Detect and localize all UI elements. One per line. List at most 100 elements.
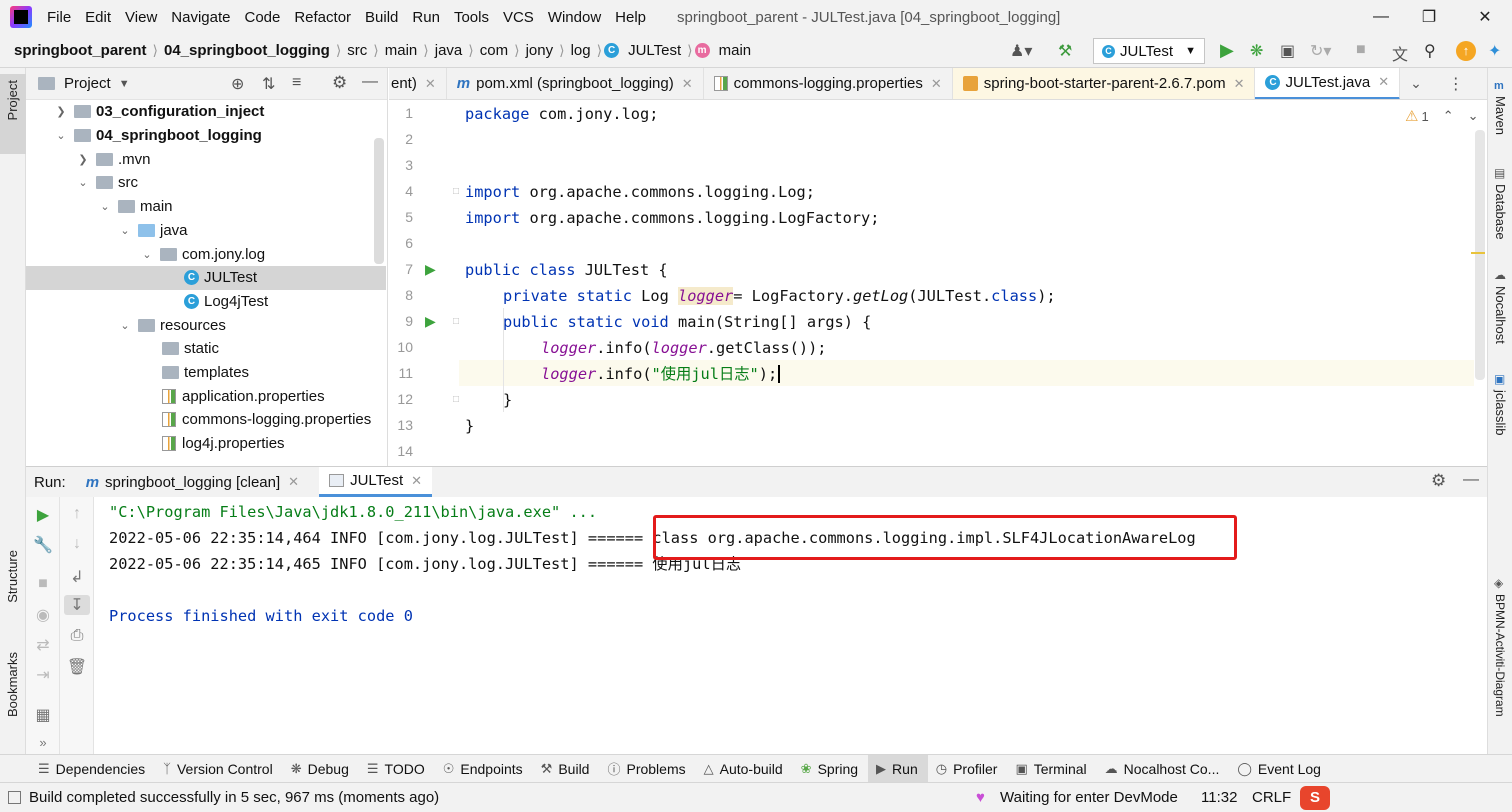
maven-tool-label[interactable]: Maven [1493,96,1508,135]
fold-icon[interactable]: □ [453,186,459,197]
print-icon[interactable]: ⎙ [60,627,94,645]
database-tool-label[interactable]: Database [1493,184,1508,240]
chevron-down-icon[interactable]: ⌄ [1468,108,1479,124]
status-message[interactable]: Build completed successfully in 5 sec, 9… [29,789,439,806]
restore-layout-icon[interactable]: ⇄ [26,635,60,655]
chevron-down-icon[interactable]: ⌄ [76,176,90,189]
tool-build[interactable]: ⚒ Build [533,755,600,783]
close-tab-icon[interactable]: ✕ [931,76,942,92]
close-tab-icon[interactable]: ✕ [288,474,299,490]
tree-item-commons-logging-properties[interactable]: commons-logging.properties [26,408,386,432]
menu-help[interactable]: Help [608,9,653,26]
jclasslib-tool-label[interactable]: jclasslib [1493,390,1508,436]
layout-icon[interactable]: ▦ [26,705,60,725]
devmode-status[interactable]: Waiting for enter DevMode [1000,789,1178,806]
menu-vcs[interactable]: VCS [496,9,541,26]
error-stripe-marker[interactable] [1471,252,1485,254]
menu-code[interactable]: Code [237,9,287,26]
search-icon[interactable]: ⚲ [1424,41,1436,61]
fold-icon[interactable]: □ [453,316,459,327]
tool-run[interactable]: ▶ Run [868,754,928,783]
arrow-down-icon[interactable]: ↓ [60,535,94,553]
chevron-down-icon[interactable]: ▼ [119,78,130,90]
build-hammer-icon[interactable]: ⚒ [1058,41,1072,61]
run-gutter-icon[interactable]: ▶ [425,261,436,278]
chevron-down-icon[interactable]: ⌄ [118,224,132,237]
plugin-icon[interactable]: ✦ [1488,41,1501,61]
tree-item-resources[interactable]: ⌄ resources [26,313,386,337]
tab-spring-boot-starter-parent-pom[interactable]: spring-boot-starter-parent-2.6.7.pom ✕ [952,68,1256,99]
chevron-down-icon[interactable]: ⌄ [140,248,154,261]
inspection-widget[interactable]: ⚠ 1 ⌃ ⌄ [1405,107,1479,125]
breadcrumb-java[interactable]: java [431,42,467,59]
close-tab-icon[interactable]: ✕ [411,473,422,489]
tool-terminal[interactable]: ▣ Terminal [1007,755,1096,783]
bookmarks-tool-label[interactable]: Bookmarks [5,652,20,717]
tab-list-chevron-icon[interactable]: ⌄ [1410,75,1422,92]
fold-icon[interactable]: □ [453,394,459,405]
tree-item-java[interactable]: ⌄ java [26,219,386,243]
tool-nocalhost-console[interactable]: ☁ Nocalhost Co... [1097,755,1230,783]
tree-item-04-springboot-logging[interactable]: ⌄ 04_springboot_logging [26,124,386,148]
tree-scrollbar[interactable] [374,138,384,264]
chevron-up-icon[interactable]: ⌃ [1443,108,1454,124]
minimize-icon[interactable]: — [1358,0,1404,34]
update-icon[interactable]: ↑ [1456,41,1476,61]
tool-endpoints[interactable]: ☉ Endpoints [435,755,533,783]
expand-all-icon[interactable]: ⇅ [262,74,275,94]
line-separator[interactable]: CRLF [1252,789,1291,806]
debug-icon[interactable]: ❋ [1250,41,1263,61]
code-editor[interactable]: 1 2 3 4 5 6 7 8 9 10 11 12 13 14 ▶ ▶ □ □… [389,100,1487,466]
tool-dependencies[interactable]: ☰ Dependencies [30,755,155,783]
chevron-right-icon[interactable]: ❯ [76,153,90,166]
coverage-icon[interactable]: ▣ [1280,41,1295,61]
menu-file[interactable]: File [40,9,78,26]
caret-position[interactable]: 11:32 [1201,789,1237,806]
breadcrumb-method[interactable]: main [715,42,756,59]
tab-jultest-java[interactable]: C JULTest.java ✕ [1255,68,1401,99]
menu-navigate[interactable]: Navigate [164,9,237,26]
tree-item-application-properties[interactable]: application.properties [26,384,386,408]
locate-icon[interactable]: ⊕ [231,74,244,94]
run-configuration-select[interactable]: C JULTest ▼ [1093,38,1205,64]
menu-tools[interactable]: Tools [447,9,496,26]
tool-debug[interactable]: ❋ Debug [283,755,359,783]
close-tab-icon[interactable]: ✕ [1234,76,1245,92]
login-icon[interactable]: ⇥ [26,665,60,685]
wrench-icon[interactable]: 🔧 [26,535,60,555]
run-tab-jultest[interactable]: JULTest ✕ [319,467,433,497]
hide-icon[interactable]: — [362,73,378,91]
menu-refactor[interactable]: Refactor [287,9,358,26]
breadcrumb-module[interactable]: 04_springboot_logging [160,42,334,59]
breadcrumb-log[interactable]: log [567,42,595,59]
scroll-to-end-icon[interactable]: ↧ [64,595,90,615]
tree-item-templates[interactable]: templates [26,361,386,385]
tree-item-log4jtest[interactable]: C Log4jTest [26,290,386,314]
menu-build[interactable]: Build [358,9,405,26]
breadcrumb-com[interactable]: com [476,42,512,59]
more-icon[interactable]: » [26,735,60,750]
tree-item-main[interactable]: ⌄ main [26,195,386,219]
close-tab-icon[interactable]: ✕ [682,76,693,92]
tool-problems[interactable]: ⓘ Problems [599,755,695,783]
rerun-icon[interactable]: ▶ [26,505,60,525]
breadcrumb-jony[interactable]: jony [522,42,558,59]
project-tool-button[interactable]: Project [0,74,26,154]
breadcrumb-project[interactable]: springboot_parent [10,42,151,59]
breadcrumb-class[interactable]: JULTest [624,42,685,59]
stop-icon[interactable]: ■ [26,575,60,593]
camera-icon[interactable]: ◉ [26,605,60,625]
stop-icon[interactable]: ■ [1356,41,1366,59]
run-icon[interactable]: ▶ [1220,40,1234,61]
menu-run[interactable]: Run [405,9,447,26]
run-gutter-icon[interactable]: ▶ [425,313,436,330]
tab-pom-xml[interactable]: m pom.xml (springboot_logging) ✕ [447,68,704,99]
bpmn-tool-label[interactable]: BPMN-Activiti-Diagram [1493,594,1507,717]
soft-wrap-icon[interactable]: ↲ [60,567,94,587]
close-tab-icon[interactable]: ✕ [1378,74,1389,90]
tool-todo[interactable]: ☰ TODO [359,755,435,783]
structure-tool-label[interactable]: Structure [5,550,20,603]
ime-logo-icon[interactable]: S [1300,786,1330,810]
run-tab-clean[interactable]: m springboot_logging [clean] ✕ [76,467,309,497]
trash-icon[interactable]: 🗑 [60,657,94,677]
